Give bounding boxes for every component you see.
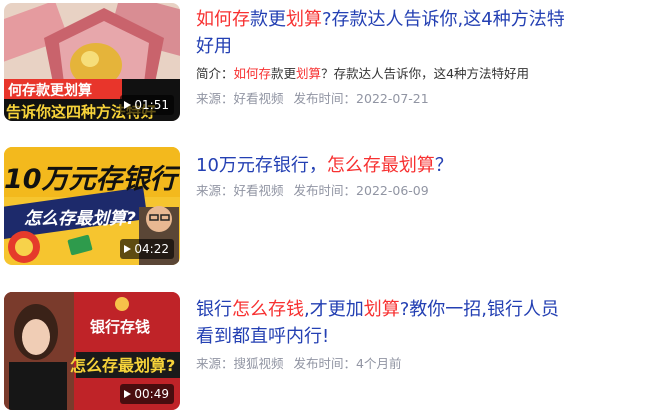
- duration-text: 04:22: [134, 242, 169, 256]
- video-thumbnail-3[interactable]: 银行存钱 怎么存最划算? 00:49: [4, 292, 180, 410]
- duration-text: 01:51: [134, 98, 169, 112]
- duration-text: 00:49: [134, 387, 169, 401]
- duration-badge: 01:51: [120, 95, 174, 115]
- thumbnail-caption-2b: 怎么存最划算?: [24, 209, 136, 229]
- title-text: 10万元存银行，: [196, 155, 327, 176]
- title-highlight: 怎么存钱: [232, 299, 304, 320]
- summary-text: ？存款达人告诉你，这4种方法特好用: [321, 66, 530, 81]
- thumbnail-caption-1a: 何存款更划算: [8, 83, 92, 99]
- result-summary-1: 简介：如何存款更划算？存款达人告诉你，这4种方法特好用: [196, 65, 596, 83]
- video-thumbnail-1[interactable]: 何存款更划算 告诉你这四种方法特好 01:51: [4, 3, 180, 121]
- summary-text: 款更: [271, 66, 297, 81]
- date-label: 发布时间：: [293, 183, 357, 198]
- result-title-3[interactable]: 银行怎么存钱,才更加划算?教你一招,银行人员看到都直呼内行!: [196, 296, 576, 350]
- publish-date: 4个月前: [356, 356, 402, 371]
- date-label: 发布时间：: [293, 91, 357, 106]
- publish-date: 2022-07-21: [356, 91, 429, 106]
- date-label: 发布时间：: [293, 356, 357, 371]
- title-text: ？: [434, 155, 453, 176]
- result-item-2: 10万元存银行 怎么存最划算? 04:22 10万元存银行，怎么存最划算？ 来源…: [0, 145, 660, 270]
- summary-highlight: 如何存: [233, 66, 272, 81]
- thumbnail-caption-3a: 银行存钱: [90, 318, 151, 336]
- title-text: 款更: [250, 9, 286, 30]
- result-title-2[interactable]: 10万元存银行，怎么存最划算？: [196, 152, 576, 179]
- thumbnail-caption-2a: 10万元存银行: [4, 164, 177, 195]
- source-label: 来源：: [196, 183, 234, 198]
- source-name: 搜狐视频: [233, 356, 284, 371]
- video-thumbnail-2[interactable]: 10万元存银行 怎么存最划算? 04:22: [4, 147, 180, 265]
- play-icon: [124, 390, 132, 398]
- duration-badge: 04:22: [120, 239, 174, 259]
- result-item-1: 何存款更划算 告诉你这四种方法特好 01:51 如何存款更划算?存款达人告诉你,…: [0, 0, 660, 125]
- duration-badge: 00:49: [120, 384, 174, 404]
- summary-prefix: 简介：: [196, 66, 234, 81]
- title-highlight: 划算: [286, 9, 322, 30]
- result-meta-1: 来源：好看视频 发布时间：2022-07-21: [196, 90, 429, 108]
- thumbnail-caption-3b: 怎么存最划算?: [70, 356, 176, 375]
- play-icon: [124, 245, 132, 253]
- source-name: 好看视频: [233, 91, 284, 106]
- title-highlight: 怎么存最划算: [326, 155, 435, 176]
- source-label: 来源：: [196, 356, 234, 371]
- title-highlight: 划算: [363, 299, 400, 320]
- title-highlight: 如何存: [196, 9, 250, 30]
- play-icon: [124, 101, 132, 109]
- result-meta-2: 来源：好看视频 发布时间：2022-06-09: [196, 182, 429, 200]
- source-name: 好看视频: [233, 183, 284, 198]
- result-title-1[interactable]: 如何存款更划算?存款达人告诉你,这4种方法特好用: [196, 6, 576, 60]
- title-text: ,才更加: [304, 299, 364, 320]
- result-meta-3: 来源：搜狐视频 发布时间：4个月前: [196, 355, 402, 373]
- summary-highlight: 划算: [296, 66, 322, 81]
- source-label: 来源：: [196, 91, 234, 106]
- publish-date: 2022-06-09: [356, 183, 429, 198]
- result-item-3: 银行存钱 怎么存最划算? 00:49 银行怎么存钱,才更加划算?教你一招,银行人…: [0, 290, 660, 411]
- title-text: 银行: [196, 299, 232, 320]
